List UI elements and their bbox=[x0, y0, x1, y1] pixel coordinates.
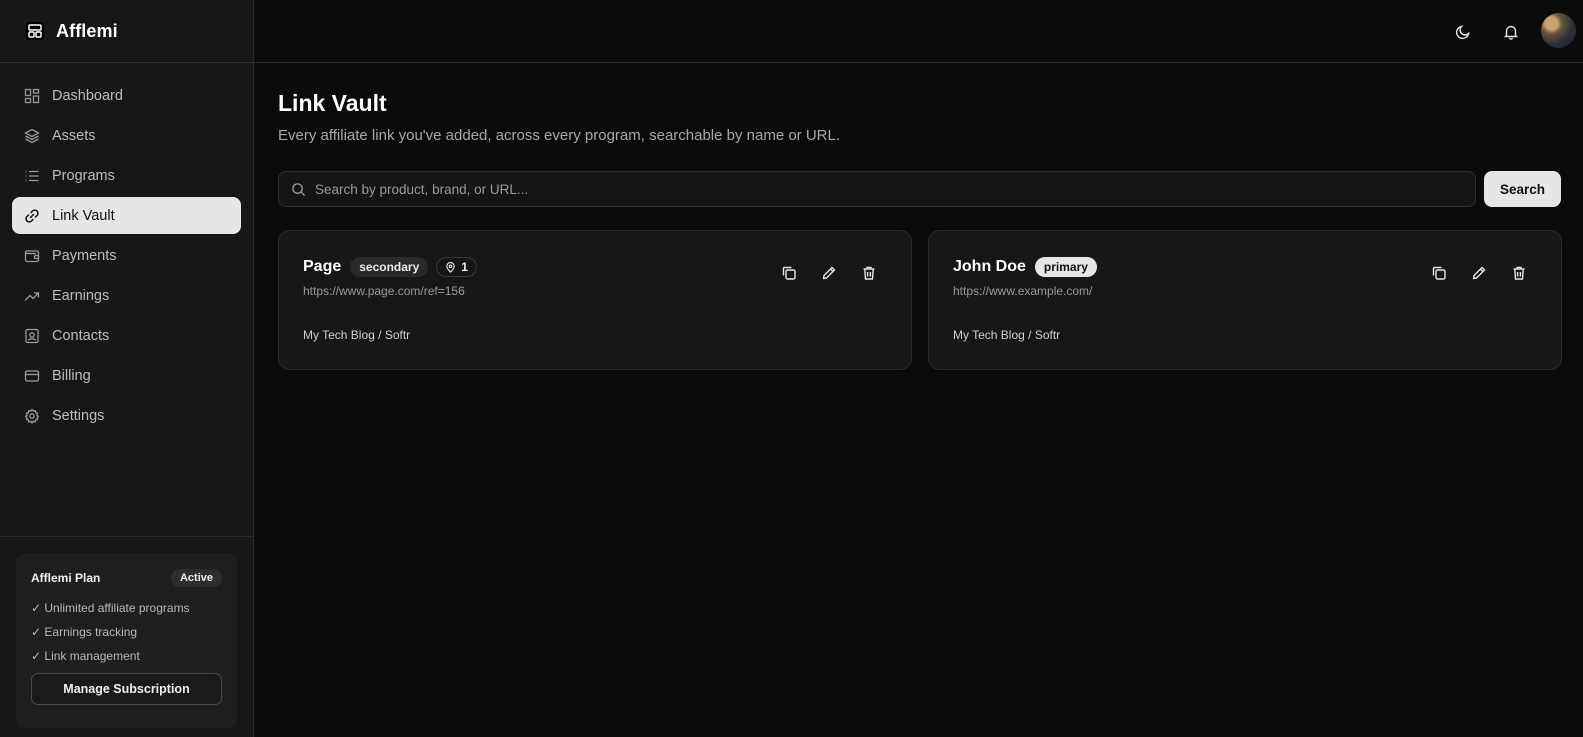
link-cards: Page secondary 1 https://www.page.com/re… bbox=[278, 230, 1562, 370]
link-program: My Tech Blog / Softr bbox=[953, 328, 1061, 342]
sidebar-item-label: Earnings bbox=[52, 287, 110, 304]
main-content: Link Vault Every affiliate link you've a… bbox=[278, 63, 1562, 370]
sidebar-item-contacts[interactable]: Contacts bbox=[12, 317, 241, 354]
copy-icon[interactable] bbox=[1429, 263, 1449, 283]
search-box bbox=[278, 171, 1476, 207]
trending-up-icon bbox=[24, 288, 40, 304]
status-badge: Active bbox=[170, 569, 222, 587]
trash-icon[interactable] bbox=[859, 263, 879, 283]
logo-icon bbox=[24, 20, 46, 42]
link-name: John Doe bbox=[953, 258, 1026, 275]
edit-icon[interactable] bbox=[819, 263, 839, 283]
page-subtitle: Every affiliate link you've added, acros… bbox=[278, 127, 841, 144]
map-pin-icon bbox=[446, 261, 455, 273]
moon-icon[interactable] bbox=[1451, 20, 1475, 44]
location-count: 1 bbox=[461, 260, 468, 274]
brand-name: Afflemi bbox=[56, 20, 118, 41]
plan-feature: ✓ Link management bbox=[31, 649, 140, 663]
search-icon bbox=[292, 182, 306, 196]
search-input[interactable] bbox=[315, 181, 1475, 197]
contact-icon bbox=[24, 328, 40, 344]
sidebar-item-label: Assets bbox=[52, 127, 96, 144]
sidebar-item-label: Payments bbox=[52, 247, 117, 264]
topbar bbox=[254, 0, 1583, 63]
card-actions bbox=[1409, 263, 1529, 283]
sidebar-item-billing[interactable]: Billing bbox=[12, 357, 241, 394]
sidebar-item-settings[interactable]: Settings bbox=[12, 397, 241, 434]
copy-icon[interactable] bbox=[779, 263, 799, 283]
link-url[interactable]: https://www.example.com/ bbox=[953, 284, 1537, 298]
link-card[interactable]: Page secondary 1 https://www.page.com/re… bbox=[278, 230, 912, 370]
plan-title: Afflemi Plan bbox=[31, 571, 101, 585]
location-count-badge: 1 bbox=[436, 257, 477, 277]
edit-icon[interactable] bbox=[1469, 263, 1489, 283]
sidebar-item-assets[interactable]: Assets bbox=[12, 117, 241, 154]
link-tag: primary bbox=[1034, 257, 1097, 277]
brand[interactable]: Afflemi bbox=[0, 0, 253, 63]
link-url[interactable]: https://www.page.com/ref=156 bbox=[303, 284, 887, 298]
link-tag: secondary bbox=[350, 257, 429, 277]
plan-card: Afflemi Plan Active ✓ Unlimited affiliat… bbox=[16, 553, 237, 728]
sidebar-item-earnings[interactable]: Earnings bbox=[12, 277, 241, 314]
dashboard-icon bbox=[24, 88, 40, 104]
search-row: Search bbox=[278, 171, 1561, 207]
plan-feature: ✓ Unlimited affiliate programs bbox=[31, 601, 190, 615]
sidebar-item-link-vault[interactable]: Link Vault bbox=[12, 197, 241, 234]
trash-icon[interactable] bbox=[1509, 263, 1529, 283]
sidebar-item-label: Contacts bbox=[52, 327, 110, 344]
sidebar-item-label: Billing bbox=[52, 367, 91, 384]
manage-subscription-button[interactable]: Manage Subscription bbox=[31, 673, 222, 705]
sidebar-footer: Afflemi Plan Active ✓ Unlimited affiliat… bbox=[0, 536, 253, 737]
sidebar-item-label: Link Vault bbox=[52, 207, 115, 224]
sidebar-item-programs[interactable]: Programs bbox=[12, 157, 241, 194]
sidebar-item-dashboard[interactable]: Dashboard bbox=[12, 77, 241, 114]
credit-card-icon bbox=[24, 368, 40, 384]
layers-icon bbox=[24, 128, 40, 144]
gear-icon bbox=[24, 407, 40, 424]
sidebar-nav: Dashboard Assets Programs Link Vault Pay… bbox=[0, 63, 253, 434]
link-icon bbox=[24, 208, 40, 224]
sidebar-item-label: Settings bbox=[52, 407, 105, 424]
card-actions bbox=[759, 263, 879, 283]
sidebar-item-payments[interactable]: Payments bbox=[12, 237, 241, 274]
link-card[interactable]: John Doe primary https://www.example.com… bbox=[928, 230, 1562, 370]
wallet-icon bbox=[24, 248, 40, 264]
sidebar-item-label: Dashboard bbox=[52, 87, 123, 104]
link-program: My Tech Blog / Softr bbox=[303, 328, 411, 342]
list-icon bbox=[24, 168, 40, 184]
plan-feature: ✓ Earnings tracking bbox=[31, 625, 138, 639]
bell-icon[interactable] bbox=[1499, 20, 1523, 44]
search-button[interactable]: Search bbox=[1484, 171, 1561, 207]
link-name: Page bbox=[303, 258, 342, 275]
page-title: Link Vault bbox=[278, 90, 387, 116]
sidebar-item-label: Programs bbox=[52, 167, 115, 184]
app-root: Afflemi Dashboard Assets Programs Link V… bbox=[0, 0, 1583, 737]
sidebar: Afflemi Dashboard Assets Programs Link V… bbox=[0, 0, 254, 737]
avatar[interactable] bbox=[1541, 13, 1576, 48]
